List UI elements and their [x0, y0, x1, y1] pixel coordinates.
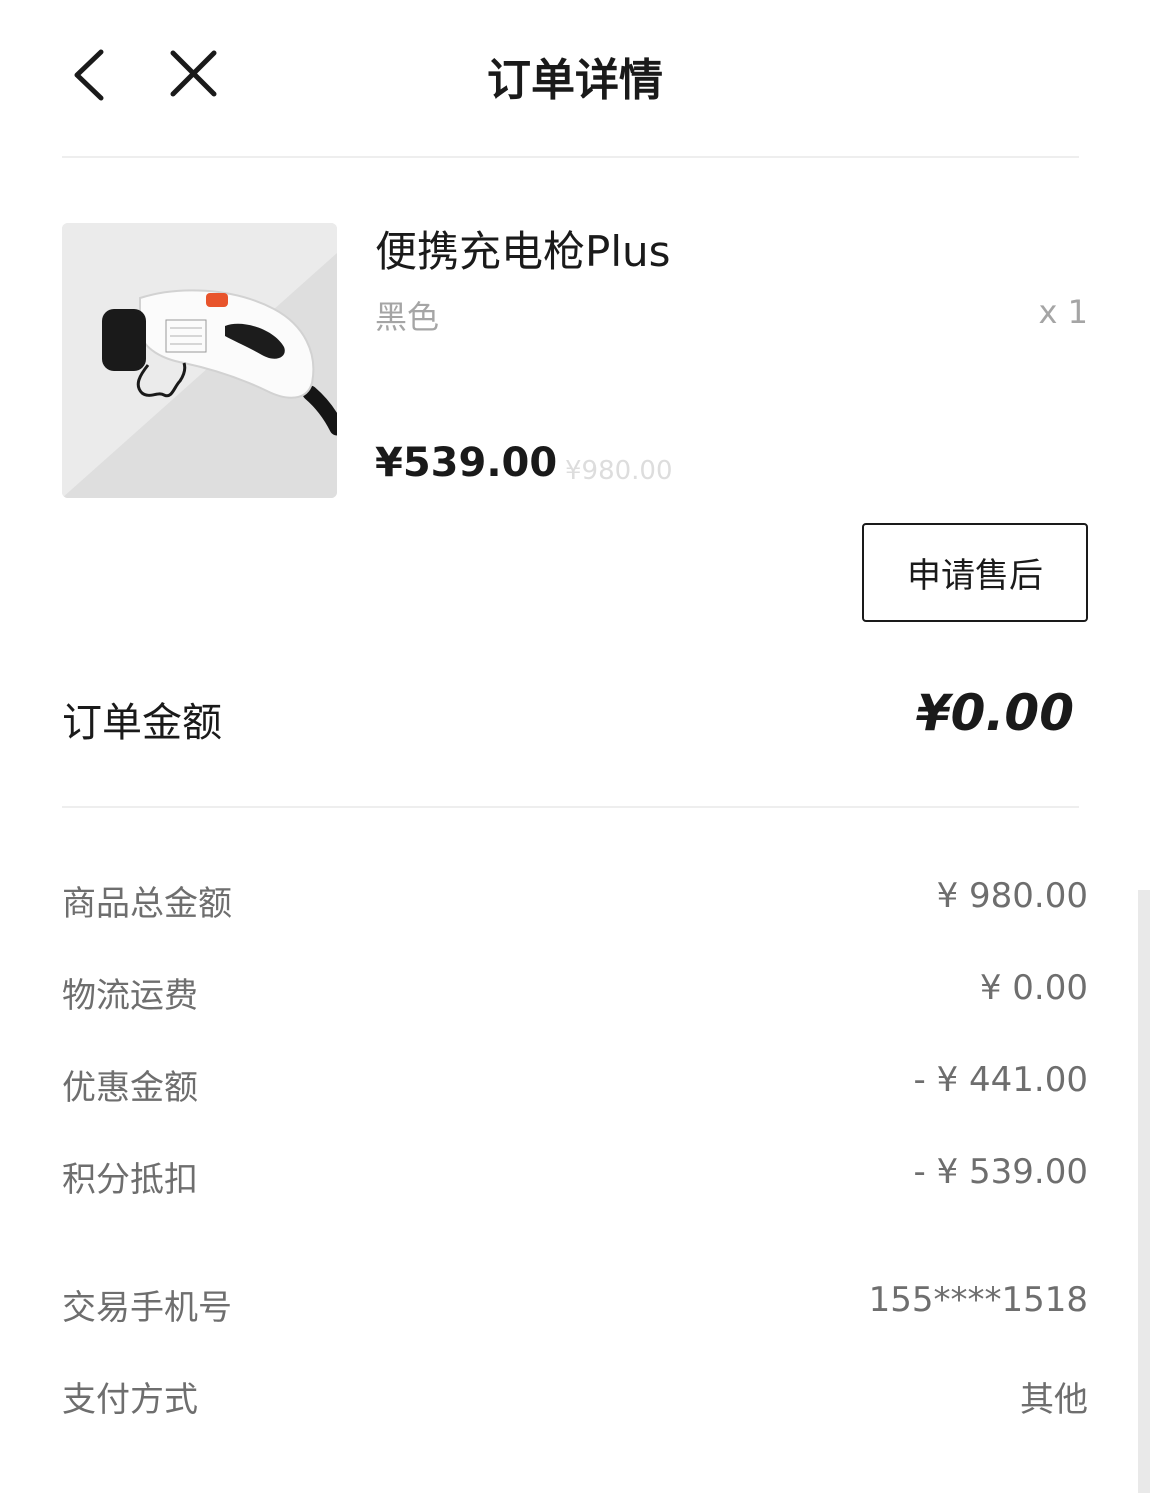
header: 订单详情	[0, 0, 1150, 150]
scrollbar[interactable]	[1138, 890, 1150, 1493]
detail-label: 优惠金额	[62, 1068, 198, 1108]
detail-row-discount: 优惠金额 - ¥ 441.00	[62, 1060, 1088, 1110]
detail-row-points: 积分抵扣 - ¥ 539.00	[62, 1152, 1088, 1202]
page-title: 订单详情	[487, 55, 663, 106]
detail-value: ¥ 980.00	[936, 876, 1088, 916]
after-sale-button[interactable]: 申请售后	[862, 523, 1088, 622]
product-quantity: x 1	[1038, 293, 1088, 331]
product-original-price: ¥980.00	[565, 456, 673, 486]
detail-label: 积分抵扣	[62, 1160, 198, 1200]
detail-value: 155****1518	[868, 1280, 1088, 1320]
detail-label: 商品总金额	[62, 884, 232, 924]
product-price: ¥539.00	[375, 440, 558, 486]
product-variant: 黑色	[375, 298, 440, 336]
detail-row-shipping: 物流运费 ¥ 0.00	[62, 968, 1088, 1018]
detail-value: - ¥ 539.00	[913, 1152, 1088, 1192]
detail-value: 其他	[1020, 1380, 1088, 1420]
order-amount-value: ¥0.00	[915, 684, 1074, 742]
charging-gun-image	[62, 223, 337, 498]
detail-row-total-goods: 商品总金额 ¥ 980.00	[62, 876, 1088, 926]
detail-label: 物流运费	[62, 976, 198, 1016]
detail-row-phone: 交易手机号 155****1518	[62, 1280, 1088, 1330]
header-divider	[62, 156, 1079, 158]
detail-row-payment: 支付方式 其他	[62, 1372, 1088, 1422]
detail-value: ¥ 0.00	[979, 968, 1088, 1008]
order-amount-label: 订单金额	[62, 700, 222, 746]
detail-label: 支付方式	[62, 1380, 198, 1420]
section-divider	[62, 806, 1079, 808]
detail-label: 交易手机号	[62, 1288, 232, 1328]
product-image[interactable]	[62, 223, 337, 498]
detail-value: - ¥ 441.00	[913, 1060, 1088, 1100]
product-name: 便携充电枪Plus	[375, 227, 671, 276]
